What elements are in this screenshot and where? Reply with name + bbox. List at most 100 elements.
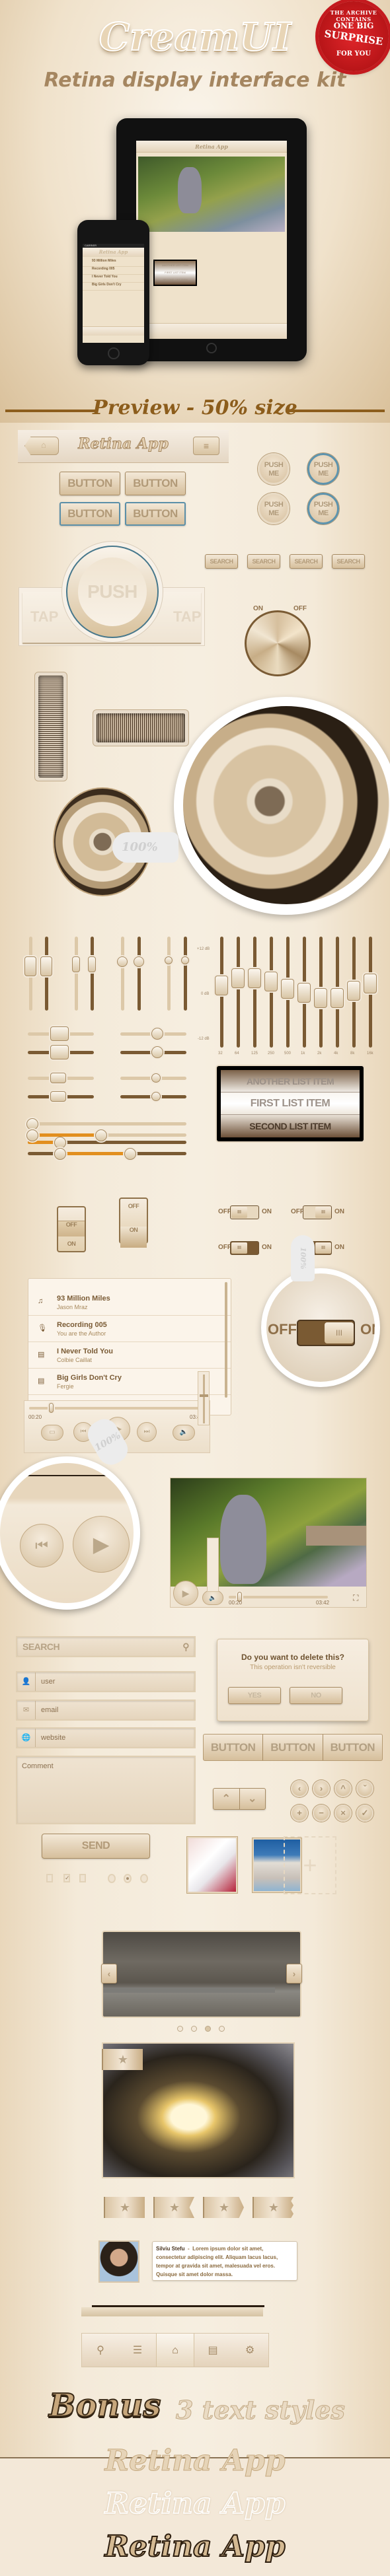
horizontal-slider-thumb[interactable] (50, 1091, 66, 1102)
picker-item-selected[interactable]: FIRST LIST ITEM (221, 1092, 360, 1115)
range-slider-thumb[interactable] (26, 1129, 38, 1141)
eq-band-thumb[interactable] (347, 981, 360, 1001)
horizontal-slider-thumb[interactable] (151, 1092, 161, 1101)
range-slider-thumb[interactable] (124, 1148, 136, 1160)
search-input[interactable]: SEARCH ⚲ (16, 1636, 196, 1657)
vertical-slider-thumb[interactable] (181, 956, 189, 964)
vertical-slider-track[interactable] (91, 937, 94, 1011)
picker-item[interactable]: SECOND LIST ITEM (221, 1115, 360, 1137)
horizontal-slider-thumb[interactable] (50, 1045, 69, 1059)
ribbon-notched[interactable]: ★ (153, 2197, 194, 2218)
eq-band-track[interactable] (237, 937, 240, 1048)
video-volume-slider[interactable] (207, 1538, 219, 1592)
ribbon-flat[interactable]: ★ (104, 2197, 145, 2218)
vertical-slider-thumb[interactable] (117, 956, 128, 967)
eq-band-thumb[interactable] (264, 972, 278, 992)
checkbox-checked[interactable]: ✓ (63, 1874, 70, 1882)
toggle-thumb[interactable]: III (325, 1322, 354, 1343)
range-slider-thumb[interactable] (54, 1137, 66, 1149)
vertical-slider-track[interactable] (184, 937, 187, 1011)
toggle-thumb[interactable]: III (231, 1242, 247, 1254)
eq-band-thumb[interactable] (215, 975, 228, 995)
range-slider-thumb[interactable] (26, 1118, 38, 1130)
push-me-button[interactable]: PUSH ME (258, 453, 290, 485)
vertical-slider-track[interactable] (121, 937, 124, 1011)
horizontal-roller[interactable] (93, 709, 189, 746)
push-me-button[interactable]: PUSH ME (258, 493, 290, 524)
vertical-slider-thumb[interactable] (40, 956, 52, 976)
radio[interactable] (140, 1874, 148, 1883)
tab-home[interactable]: ⌂ (156, 2334, 194, 2367)
round-icon-button[interactable]: × (334, 1805, 352, 1822)
toggle-thumb[interactable]: III (315, 1242, 331, 1254)
vertical-slider-track[interactable] (75, 937, 78, 1011)
checkbox[interactable] (46, 1874, 53, 1882)
eq-band-thumb[interactable] (231, 968, 245, 988)
website-input[interactable]: 🌐 website (16, 1727, 196, 1748)
tap-right-button[interactable]: TAP (173, 608, 201, 626)
segment-button[interactable]: BUTTON (263, 1735, 323, 1760)
round-icon-button[interactable]: › (313, 1780, 330, 1797)
vertical-slider-thumb[interactable] (165, 956, 173, 964)
menu-button[interactable]: ≡ (193, 437, 219, 455)
round-icon-button[interactable]: − (313, 1805, 330, 1822)
button-selected[interactable]: BUTTON (59, 502, 120, 526)
range-slider-thumb[interactable] (54, 1148, 66, 1160)
volume-button[interactable]: 🔈 (173, 1425, 195, 1441)
horizontal-slider-thumb[interactable] (50, 1026, 69, 1041)
radio-selected[interactable] (124, 1874, 132, 1883)
button-selected[interactable]: BUTTON (125, 502, 186, 526)
video-frame[interactable] (171, 1478, 366, 1587)
round-icon-button[interactable]: ‹ (291, 1780, 308, 1797)
toggle-switch[interactable]: III (230, 1241, 259, 1255)
search-button[interactable]: SEARCH (290, 554, 323, 569)
checkbox[interactable] (79, 1874, 86, 1882)
dialog-yes-button[interactable]: YES (228, 1687, 281, 1704)
eq-band-track[interactable] (253, 937, 256, 1048)
page-dot[interactable] (177, 2026, 183, 2032)
toggle-switch[interactable]: III (303, 1205, 332, 1219)
eq-band-thumb[interactable] (314, 988, 327, 1009)
eq-band-thumb[interactable] (297, 983, 311, 1003)
eq-band-thumb[interactable] (248, 968, 261, 988)
on-off-knob[interactable] (245, 610, 311, 676)
fullscreen-icon[interactable]: ⛶ (353, 1593, 358, 1603)
eq-band-thumb[interactable] (331, 988, 344, 1009)
toggle-switch[interactable]: III (230, 1205, 259, 1219)
ribbon-arrow[interactable]: ★ (203, 2197, 244, 2218)
tab-search[interactable]: ⚲ (82, 2334, 119, 2367)
horizontal-slider-thumb[interactable] (50, 1073, 66, 1083)
tab-messages[interactable]: ▤ (194, 2334, 231, 2367)
rocker-switch-on[interactable]: OFF ON (57, 1206, 86, 1252)
vertical-slider-thumb[interactable] (134, 956, 144, 967)
push-me-button-selected[interactable]: PUSH ME (307, 453, 339, 485)
tap-left-button[interactable]: TAP (30, 608, 58, 626)
search-button[interactable]: SEARCH (205, 554, 238, 569)
video-play-button[interactable]: ▶ (173, 1581, 198, 1606)
favorite-ribbon[interactable]: ★ (102, 2049, 143, 2070)
round-icon-button[interactable]: ✓ (356, 1805, 373, 1822)
vertical-slider-thumb[interactable] (72, 956, 80, 972)
vertical-slider-thumb[interactable] (88, 956, 96, 972)
video-volume-button[interactable]: 🔈 (202, 1591, 223, 1605)
search-button[interactable]: SEARCH (332, 554, 365, 569)
comment-textarea[interactable]: Comment (16, 1756, 196, 1824)
send-button[interactable]: SEND (42, 1834, 150, 1859)
video-progress-track[interactable] (229, 1596, 328, 1598)
carousel-prev-button[interactable]: ‹ (101, 1964, 117, 1984)
rocker-switch-off[interactable]: OFF ON (119, 1198, 148, 1248)
up-button[interactable]: ⌃ (214, 1789, 240, 1809)
progress-track[interactable] (29, 1407, 206, 1410)
picker-item[interactable]: ANOTHER LIST ITEM (221, 1070, 360, 1092)
ribbon-zigzag[interactable]: ★ (253, 2197, 293, 2218)
search-button[interactable]: SEARCH (247, 554, 280, 569)
playlist-item[interactable]: ▤ I Never Told You Colbie Caillat (28, 1342, 231, 1369)
playlist-item[interactable]: ♫ 93 Million Miles Jason Mraz (28, 1289, 231, 1316)
round-icon-button[interactable]: ^ (334, 1780, 352, 1797)
list-picker[interactable]: ANOTHER LIST ITEM FIRST LIST ITEM SECOND… (217, 1066, 364, 1141)
segment-button[interactable]: BUTTON (323, 1735, 382, 1760)
toggle-thumb[interactable]: III (231, 1207, 247, 1218)
vertical-roller[interactable] (34, 672, 67, 781)
push-me-button-selected[interactable]: PUSH ME (307, 493, 339, 524)
page-dot[interactable] (219, 2026, 225, 2032)
